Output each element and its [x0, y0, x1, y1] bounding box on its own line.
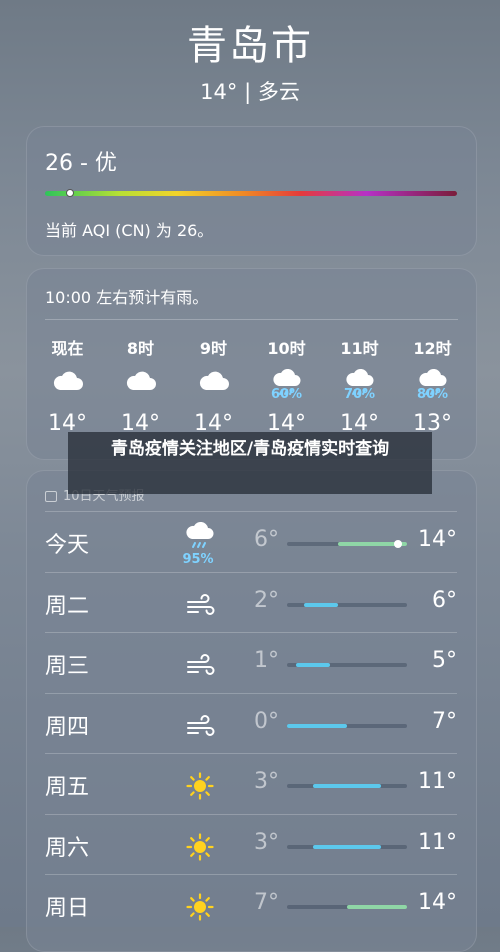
day-row[interactable]: 周五 3° 11°: [45, 753, 457, 814]
temp-range-track: [287, 905, 407, 909]
hour-precip: 70%: [343, 387, 376, 402]
hourly-summary: 10:00 左右预计有雨。: [45, 288, 209, 307]
temp-range-bar: [304, 602, 339, 607]
day-name: 今天: [45, 533, 90, 558]
current-condition: 14° | 多云: [200, 80, 300, 104]
day-name: 周五: [45, 775, 90, 800]
hour-precip: 80%: [416, 387, 449, 402]
day-row[interactable]: 今天 95% 6° 14°: [45, 511, 457, 572]
hour-time: 9时: [199, 339, 228, 358]
temp-range-bar: [312, 844, 382, 849]
sun-icon: [165, 825, 235, 869]
temp-range-bar: [287, 723, 347, 728]
day-high-temp: 14°: [418, 890, 457, 915]
sun-icon: [165, 885, 235, 929]
hour-time: 12时: [413, 339, 452, 358]
temp-range-bar: [295, 663, 330, 667]
air-quality-card[interactable]: 26 - 优 当前 AQI (CN) 为 26。: [26, 126, 477, 256]
day-row[interactable]: 周六 3° 11°: [45, 813, 457, 875]
temp-range-track: [287, 663, 407, 667]
day-high-temp: 7°: [432, 708, 457, 734]
day-low-temp: 7°: [254, 890, 279, 915]
wind-icon: [165, 643, 235, 687]
cloud-icon: [177, 369, 250, 403]
temp-range-track: [287, 844, 407, 849]
day-low-temp: 6°: [254, 527, 279, 552]
day-row[interactable]: 周三 1° 5°: [45, 632, 457, 693]
wind-icon: [165, 583, 235, 627]
day-name: 周日: [45, 896, 90, 921]
day-low-temp: 0°: [254, 708, 279, 734]
temp-range-bar: [347, 905, 407, 909]
aqi-description: 当前 AQI (CN) 为 26。: [45, 221, 214, 240]
hour-time: 现在: [51, 339, 84, 358]
calendar-icon: [45, 491, 57, 502]
day-name: 周三: [45, 654, 90, 679]
day-row[interactable]: 周四 0° 7°: [45, 692, 457, 754]
cloud-icon: [31, 369, 104, 403]
day-name: 周四: [45, 714, 90, 740]
hour-time: 8时: [126, 339, 155, 358]
hour-precip: 60%: [270, 387, 303, 402]
hour-time: 11时: [340, 339, 379, 358]
day-high-temp: 6°: [432, 587, 457, 613]
day-low-temp: 1°: [254, 648, 279, 673]
day-low-temp: 3°: [254, 769, 279, 794]
day-row[interactable]: 周二 2° 6°: [45, 571, 457, 633]
location-header: 青岛市 14° | 多云: [0, 22, 500, 106]
ten-day-forecast-card[interactable]: 10日天气预报 今天 95% 6° 14° 周二 2° 6° 周三 1° 5° 周四 0° 7° 周五 3°…: [26, 470, 477, 952]
cloud-icon: [104, 369, 177, 403]
day-name: 周二: [45, 593, 90, 619]
temp-range-bar: [312, 784, 382, 788]
temp-range-track: [287, 723, 407, 728]
day-high-temp: 11°: [418, 769, 457, 794]
sun-icon: [165, 764, 235, 808]
hour-time: 10时: [267, 339, 306, 358]
wind-icon: [165, 704, 235, 748]
temp-range-track: [287, 602, 407, 607]
aqi-title: 26 - 优: [45, 151, 117, 176]
aqi-indicator: [65, 189, 74, 197]
day-row[interactable]: 周日 7° 14°: [45, 874, 457, 935]
day-name: 周六: [45, 835, 90, 861]
day-low-temp: 2°: [254, 587, 279, 613]
day-high-temp: 14°: [418, 527, 457, 552]
city-name: 青岛市: [187, 23, 313, 69]
current-temp-dot: [394, 540, 403, 548]
day-high-temp: 11°: [418, 829, 457, 855]
temp-range-track: [287, 540, 407, 548]
divider: [45, 319, 458, 320]
day-low-temp: 3°: [254, 829, 279, 855]
day-precip: 95%: [182, 552, 214, 567]
overlay-caption: 青岛疫情关注地区/青岛疫情实时查询: [68, 432, 432, 494]
aqi-scale-bar: [45, 189, 457, 197]
day-high-temp: 5°: [432, 648, 457, 673]
temp-range-track: [287, 784, 407, 788]
